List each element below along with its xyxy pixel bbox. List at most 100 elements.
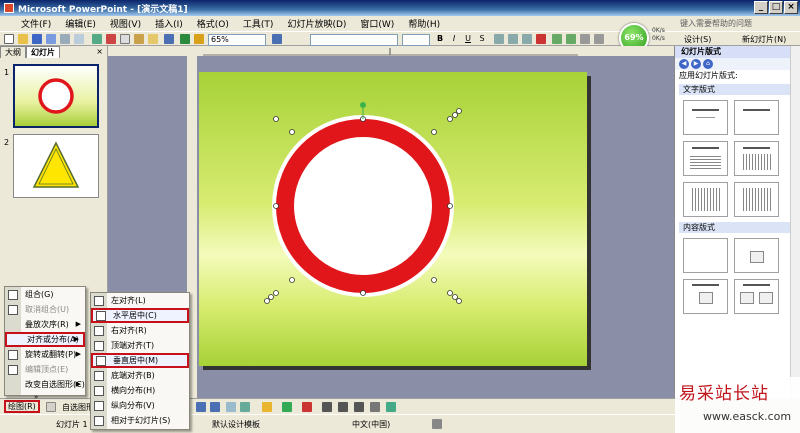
save-icon[interactable] bbox=[32, 34, 42, 44]
slide-canvas[interactable] bbox=[199, 72, 587, 366]
help-search-input[interactable]: 键入需要帮助的问题 bbox=[678, 17, 794, 30]
layout-title-slide[interactable] bbox=[683, 100, 728, 135]
format-painter-icon[interactable] bbox=[148, 34, 158, 44]
layout-blank[interactable] bbox=[683, 238, 728, 273]
bullets-icon[interactable] bbox=[552, 34, 562, 44]
layout-vertical-title-text[interactable] bbox=[734, 182, 779, 217]
menu-item-rotate-flip[interactable]: 旋转或翻转(P) ▶ bbox=[5, 347, 85, 362]
font-name-select[interactable] bbox=[310, 34, 398, 46]
design-button[interactable]: 设计(S) bbox=[684, 34, 711, 45]
watermark-title: 易采站长站 bbox=[679, 384, 769, 404]
help-icon[interactable] bbox=[272, 34, 282, 44]
layout-title-content[interactable] bbox=[683, 279, 728, 314]
select-pointer-icon[interactable] bbox=[46, 402, 56, 412]
menu-file[interactable]: 文件(F) bbox=[14, 17, 58, 30]
home-icon[interactable]: ⌂ bbox=[703, 59, 713, 69]
copy-icon[interactable] bbox=[120, 34, 130, 44]
menu-view[interactable]: 视图(V) bbox=[103, 17, 148, 30]
fill-color-icon[interactable] bbox=[262, 402, 272, 412]
spelling-icon[interactable] bbox=[92, 34, 102, 44]
layout-title-text[interactable] bbox=[683, 141, 728, 176]
menu-item-group[interactable]: 组合(G) bbox=[5, 287, 85, 302]
arrow-style-icon[interactable] bbox=[354, 402, 364, 412]
menu-insert[interactable]: 插入(I) bbox=[148, 17, 190, 30]
open-icon[interactable] bbox=[18, 34, 28, 44]
menu-help[interactable]: 帮助(H) bbox=[401, 17, 447, 30]
menu-item-align-left[interactable]: 左对齐(L) bbox=[91, 293, 189, 308]
font-color-icon[interactable] bbox=[536, 34, 546, 44]
print-icon[interactable] bbox=[60, 34, 70, 44]
menu-item-distribute-horizontal[interactable]: 横向分布(H) bbox=[91, 383, 189, 398]
tab-slides[interactable]: 幻灯片 bbox=[26, 46, 60, 58]
task-pane-scrollbar[interactable] bbox=[790, 46, 800, 398]
menu-item-align-middle[interactable]: 垂直居中(M) bbox=[91, 353, 189, 368]
increase-font-icon[interactable] bbox=[580, 34, 590, 44]
align-center-icon[interactable] bbox=[508, 34, 518, 44]
back-icon[interactable]: ◀ bbox=[679, 59, 689, 69]
forward-icon[interactable]: ▶ bbox=[691, 59, 701, 69]
menu-tools[interactable]: 工具(T) bbox=[236, 17, 281, 30]
selection-handles bbox=[264, 102, 462, 304]
clipart-icon[interactable] bbox=[240, 402, 250, 412]
menu-item-align-bottom[interactable]: 底端对齐(B) bbox=[91, 368, 189, 383]
align-left-icon[interactable] bbox=[494, 34, 504, 44]
textbox-icon[interactable] bbox=[226, 402, 236, 412]
menu-item-align-top[interactable]: 顶端对齐(T) bbox=[91, 338, 189, 353]
zoom-select[interactable]: 65% bbox=[208, 34, 266, 46]
close-button[interactable]: × bbox=[784, 1, 798, 14]
relative-to-slide-icon bbox=[94, 416, 104, 426]
shadow-button[interactable]: S bbox=[476, 33, 488, 45]
menu-format[interactable]: 格式(O) bbox=[190, 17, 236, 30]
menu-item-order[interactable]: 叠放次序(R) ▶ bbox=[5, 317, 85, 332]
dash-style-icon[interactable] bbox=[338, 402, 348, 412]
arrow-icon[interactable] bbox=[210, 402, 220, 412]
layout-two-column-text[interactable] bbox=[734, 141, 779, 176]
close-panel-button[interactable]: × bbox=[96, 46, 103, 58]
menu-expand-icon[interactable]: » bbox=[34, 393, 38, 401]
powerpoint-app-icon[interactable] bbox=[4, 3, 14, 13]
menu-edit[interactable]: 编辑(E) bbox=[58, 17, 103, 30]
menu-item-relative-to-slide[interactable]: 相对于幻灯片(S) bbox=[91, 413, 189, 428]
line-color-icon[interactable] bbox=[282, 402, 292, 412]
menu-window[interactable]: 窗口(W) bbox=[353, 17, 401, 30]
chart-icon[interactable] bbox=[180, 34, 190, 44]
maximize-button[interactable]: □ bbox=[769, 1, 783, 14]
menu-item-distribute-vertical[interactable]: 纵向分布(V) bbox=[91, 398, 189, 413]
preview-icon[interactable] bbox=[74, 34, 84, 44]
shadow-style-icon[interactable] bbox=[370, 402, 380, 412]
new-icon[interactable] bbox=[4, 34, 14, 44]
decrease-font-icon[interactable] bbox=[594, 34, 604, 44]
line-icon[interactable] bbox=[196, 402, 206, 412]
undo-icon[interactable] bbox=[164, 34, 174, 44]
layout-title-only[interactable] bbox=[734, 100, 779, 135]
layout-content[interactable] bbox=[734, 238, 779, 273]
rotate-handle[interactable] bbox=[360, 102, 366, 108]
bold-button[interactable]: B bbox=[434, 33, 446, 45]
table-icon[interactable] bbox=[194, 34, 204, 44]
draw-menu-button[interactable]: 绘图(R) bbox=[4, 400, 40, 413]
menu-item-align-right[interactable]: 右对齐(R) bbox=[91, 323, 189, 338]
font-size-select[interactable] bbox=[402, 34, 430, 46]
menu-item-change-autoshape[interactable]: 改变自选图形(C) ▶ bbox=[5, 377, 85, 392]
layout-title-two-content[interactable] bbox=[734, 279, 779, 314]
numbering-icon[interactable] bbox=[566, 34, 576, 44]
italic-button[interactable]: I bbox=[448, 33, 460, 45]
minimize-button[interactable]: _ bbox=[754, 1, 768, 14]
layout-vertical-text[interactable] bbox=[683, 182, 728, 217]
slide-thumbnail-1[interactable] bbox=[13, 64, 99, 128]
line-style-icon[interactable] bbox=[322, 402, 332, 412]
slide-number: 2 bbox=[4, 138, 10, 147]
tab-outline[interactable]: 大纲 bbox=[0, 46, 26, 58]
menu-slideshow[interactable]: 幻灯片放映(D) bbox=[280, 17, 353, 30]
menu-item-align-center[interactable]: 水平居中(C) bbox=[91, 308, 189, 323]
new-slide-button[interactable]: 新幻灯片(N) bbox=[742, 34, 786, 45]
3d-style-icon[interactable] bbox=[386, 402, 396, 412]
underline-button[interactable]: U bbox=[462, 33, 474, 45]
paste-icon[interactable] bbox=[134, 34, 144, 44]
cut-icon[interactable] bbox=[106, 34, 116, 44]
font-color-draw-icon[interactable] bbox=[302, 402, 312, 412]
slide-thumbnail-2[interactable] bbox=[13, 134, 99, 198]
align-right-icon[interactable] bbox=[522, 34, 532, 44]
menu-item-align-distribute[interactable]: 对齐或分布(A) ▶ bbox=[5, 332, 85, 347]
permission-icon[interactable] bbox=[46, 34, 56, 44]
